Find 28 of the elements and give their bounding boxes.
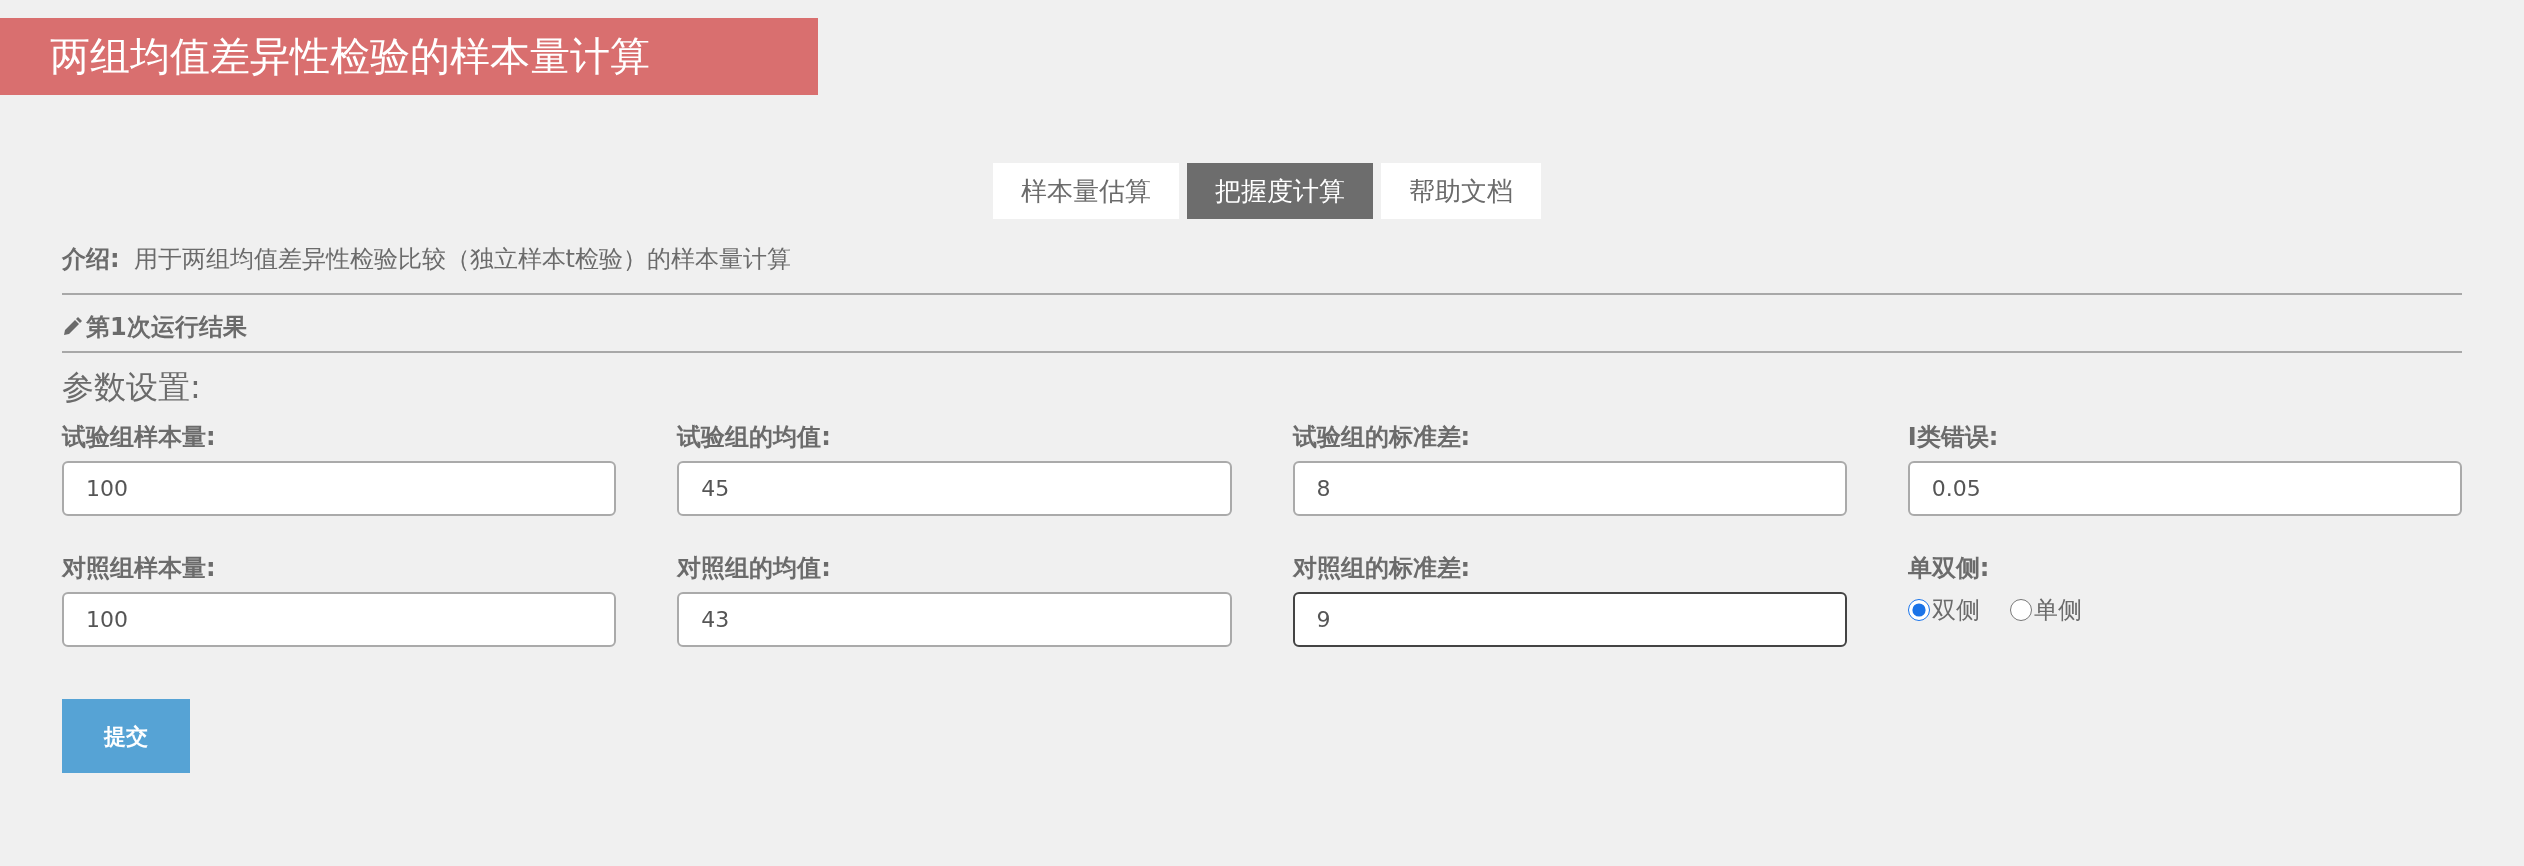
input-field[interactable]: 100 [62, 461, 617, 516]
input-field[interactable]: 45 [677, 461, 1232, 516]
radio-label: 双侧 [1931, 595, 1980, 626]
page-title: 两组均值差异性检验的样本量计算 [0, 18, 818, 95]
radio-button[interactable] [1907, 599, 1930, 621]
intro-text: 用于两组均值差异性检验比较（独立样本t检验）的样本量计算 [133, 244, 792, 275]
section-title: 参数设置: [62, 367, 202, 408]
radio-button[interactable] [2009, 599, 2032, 621]
field-label: 单双侧: [1907, 553, 1991, 584]
intro-label: 介绍: [62, 244, 120, 275]
field-label: Ⅰ类错误: [1907, 422, 2000, 453]
radio-label: 单侧 [2033, 595, 2082, 626]
pencil-icon [62, 317, 82, 337]
input-field[interactable]: 9 [1292, 592, 1847, 647]
field-label: 对照组的均值: [677, 553, 832, 584]
input-field[interactable]: 0.05 [1907, 461, 2462, 516]
field-label: 对照组的标准差: [1292, 553, 1472, 584]
input-field[interactable]: 100 [62, 592, 617, 647]
input-field[interactable]: 8 [1292, 461, 1847, 516]
tab[interactable]: 把握度计算 [1187, 163, 1373, 219]
field-label: 试验组样本量: [62, 422, 217, 453]
field-label: 对照组样本量: [62, 553, 217, 584]
run-result-heading: 第1次运行结果 [86, 312, 247, 343]
tab[interactable]: 样本量估算 [993, 163, 1179, 219]
field-label: 试验组的均值: [677, 422, 832, 453]
tab[interactable]: 帮助文档 [1381, 163, 1541, 219]
field-label: 试验组的标准差: [1292, 422, 1472, 453]
input-field[interactable]: 43 [677, 592, 1232, 647]
